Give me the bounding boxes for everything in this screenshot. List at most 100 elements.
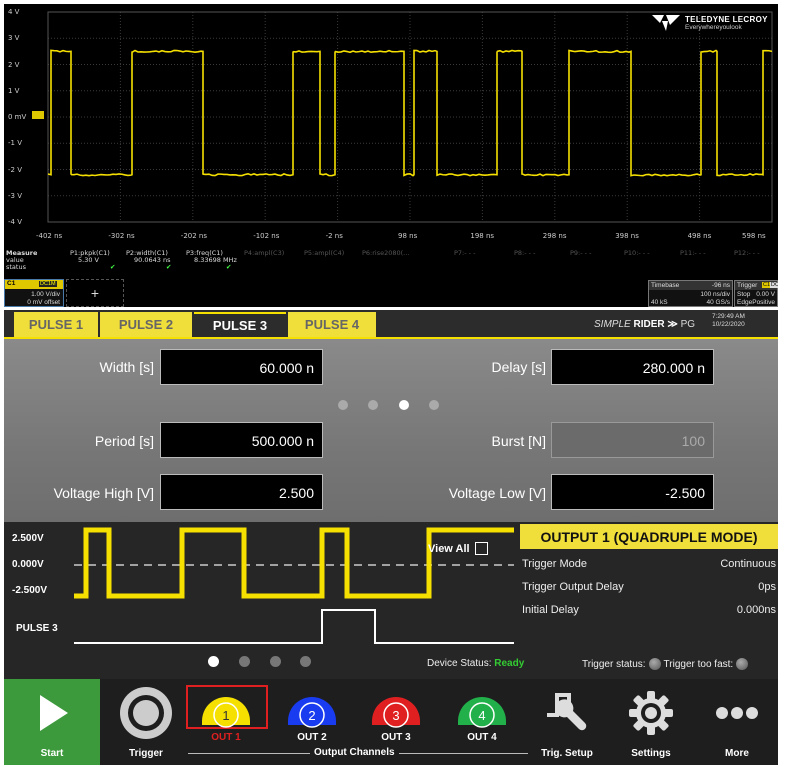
pulse-trace-label: PULSE 3 (16, 623, 58, 634)
trig-setup-icon (543, 689, 591, 737)
page-dot-4[interactable] (429, 400, 439, 410)
more-button[interactable]: More (702, 679, 772, 765)
info-value: Continuous (720, 558, 776, 570)
pulse-tabs: PULSE 1 PULSE 2 PULSE 3 PULSE 4 SIMPLE R… (4, 310, 778, 339)
tab-pulse-1[interactable]: PULSE 1 (14, 312, 98, 337)
view-all-label: View All (428, 543, 470, 555)
play-icon (32, 693, 72, 733)
trigger-button[interactable]: Trigger (108, 679, 184, 765)
page-dot-2[interactable] (368, 400, 378, 410)
trigger-label: Trigger (129, 748, 163, 759)
trigger-fast-label: Trigger too fast: (664, 659, 734, 670)
output-4-label: OUT 4 (452, 732, 512, 743)
channel-name: C1 (7, 280, 15, 287)
device-status: Device Status: Ready (427, 658, 524, 669)
measure-param-name[interactable]: P12:- - - (734, 249, 760, 257)
output-header: OUTPUT 1 (QUADRUPLE MODE) (520, 524, 778, 549)
timebase-rate: 40 GS/s (707, 299, 730, 306)
channel-offset-marker[interactable] (32, 111, 44, 119)
preview-page-dot-2[interactable] (239, 656, 250, 667)
x-tick-label: -302 ns (108, 232, 134, 240)
x-tick-label: 98 ns (398, 232, 417, 240)
vzero-axis-label: 0.000V (12, 559, 44, 570)
page-dot-1[interactable] (338, 400, 348, 410)
trig-setup-button[interactable]: Trig. Setup (532, 679, 602, 765)
y-tick-label: 2 V (8, 61, 19, 69)
channel-c1-descriptor[interactable]: C1 DC1M 1.00 V/div 0 mV offset (4, 279, 64, 307)
x-tick-label: -202 ns (181, 232, 207, 240)
preview-page-dot-4[interactable] (300, 656, 311, 667)
width-label: Width [s] (4, 359, 154, 375)
output-2-label: OUT 2 (282, 732, 342, 743)
plus-icon: + (91, 285, 99, 301)
view-all-toggle[interactable]: View All (428, 542, 488, 555)
y-tick-label: 3 V (8, 34, 19, 42)
tab-pulse-3[interactable]: PULSE 3 (194, 312, 286, 337)
burst-field[interactable]: 100 (551, 422, 714, 458)
x-tick-label: -402 ns (36, 232, 62, 240)
measure-status-check-icon: ✔ (166, 263, 171, 271)
preview-page-dot-1[interactable] (208, 656, 219, 667)
trigger-descriptor[interactable]: Trigger C1 DC Stop 0.00 V Edge Positive (734, 280, 778, 307)
page-dot-3[interactable] (399, 400, 409, 410)
y-tick-label: -1 V (8, 139, 22, 147)
measure-param-name[interactable]: P8:- - - (514, 249, 535, 257)
tab-pulse-4[interactable]: PULSE 4 (288, 312, 376, 337)
timebase-delay: -96 ns (712, 282, 730, 289)
waveform-preview-panel: 2.500V 0.000V -2.500V PULSE 3 View All O… (4, 522, 778, 679)
oscilloscope-screen: 4 V3 V2 V1 V0 mV -1 V -2 V -3 V -4 V -402 ns… (4, 4, 778, 307)
timebase-title: Timebase (651, 282, 679, 289)
output-4-icon: 4 (456, 691, 508, 731)
preview-page-dot-3[interactable] (270, 656, 281, 667)
info-value: 0.000ns (737, 604, 776, 616)
timebase-descriptor[interactable]: Timebase -96 ns 100 ns/div 40 kS 40 GS/s (648, 280, 733, 307)
trigger-coupling: DC (770, 282, 778, 288)
measure-param-name[interactable]: P5:ampl(C4) (304, 249, 344, 257)
delay-field[interactable]: 280.000 n (551, 349, 714, 385)
info-label: Trigger Mode (522, 558, 587, 570)
gear-icon (627, 689, 675, 737)
x-tick-label: 198 ns (470, 232, 494, 240)
measure-param-name[interactable]: P11:- - - (680, 249, 706, 257)
brand-name: RIDER (633, 319, 664, 330)
more-label: More (725, 748, 749, 759)
voltage-low-field[interactable]: -2.500 (551, 474, 714, 510)
output-3-number: 3 (392, 708, 399, 723)
voltage-high-field[interactable]: 2.500 (160, 474, 323, 510)
logo-name: TELEDYNE LECROY (685, 15, 768, 24)
measure-param-name[interactable]: P10:- - - (624, 249, 650, 257)
measure-param-name[interactable]: P9:- - - (570, 249, 591, 257)
simple-rider-brand: SIMPLE RIDER ≫ PG (594, 319, 695, 330)
voltage-high-label: Voltage High [V] (4, 485, 154, 501)
y-tick-label: 0 mV (8, 113, 26, 121)
output-2-icon: 2 (286, 691, 338, 731)
measure-param-name[interactable]: P4:ampl(C3) (244, 249, 284, 257)
voltage-low-label: Voltage Low [V] (396, 485, 546, 501)
width-field[interactable]: 60.000 n (160, 349, 323, 385)
trigger-title: Trigger (737, 282, 757, 289)
info-row-trigger-output-delay: Trigger Output Delay 0ps (522, 581, 776, 593)
period-label: Period [s] (4, 433, 154, 449)
x-tick-label: 298 ns (543, 232, 567, 240)
add-channel-button[interactable]: + (66, 279, 124, 307)
start-button[interactable]: Start (4, 679, 100, 765)
measure-table[interactable]: Measure value status P1:pkpk(C1) 5.30 V ✔ P2:w… (4, 249, 778, 277)
view-all-checkbox[interactable] (475, 542, 488, 555)
period-field[interactable]: 500.000 n (160, 422, 323, 458)
teledyne-logo: TELEDYNE LECROY Everywhereyoulook (650, 13, 770, 35)
measure-param-value: 90.0643 ns (134, 256, 170, 264)
channel-offset: 0 mV offset (27, 299, 60, 306)
y-tick-label: -4 V (8, 218, 22, 226)
settings-button[interactable]: Settings (616, 679, 686, 765)
channel-coupling-badge: DC1M (39, 281, 57, 287)
timebase-div: 100 ns/div (700, 291, 730, 298)
info-row-initial-delay: Initial Delay 0.000ns (522, 604, 776, 616)
clock-date: 10/22/2020 (712, 321, 745, 329)
output-3-icon: 3 (370, 691, 422, 731)
measure-param-name[interactable]: P6:rise2080(... (362, 249, 409, 257)
clock: 7:29:49 AM 10/22/2020 (712, 313, 745, 329)
y-tick-label: -2 V (8, 166, 22, 174)
device-status-value: Ready (494, 658, 524, 669)
tab-pulse-2[interactable]: PULSE 2 (100, 312, 192, 337)
measure-param-name[interactable]: P7:- - - (454, 249, 475, 257)
